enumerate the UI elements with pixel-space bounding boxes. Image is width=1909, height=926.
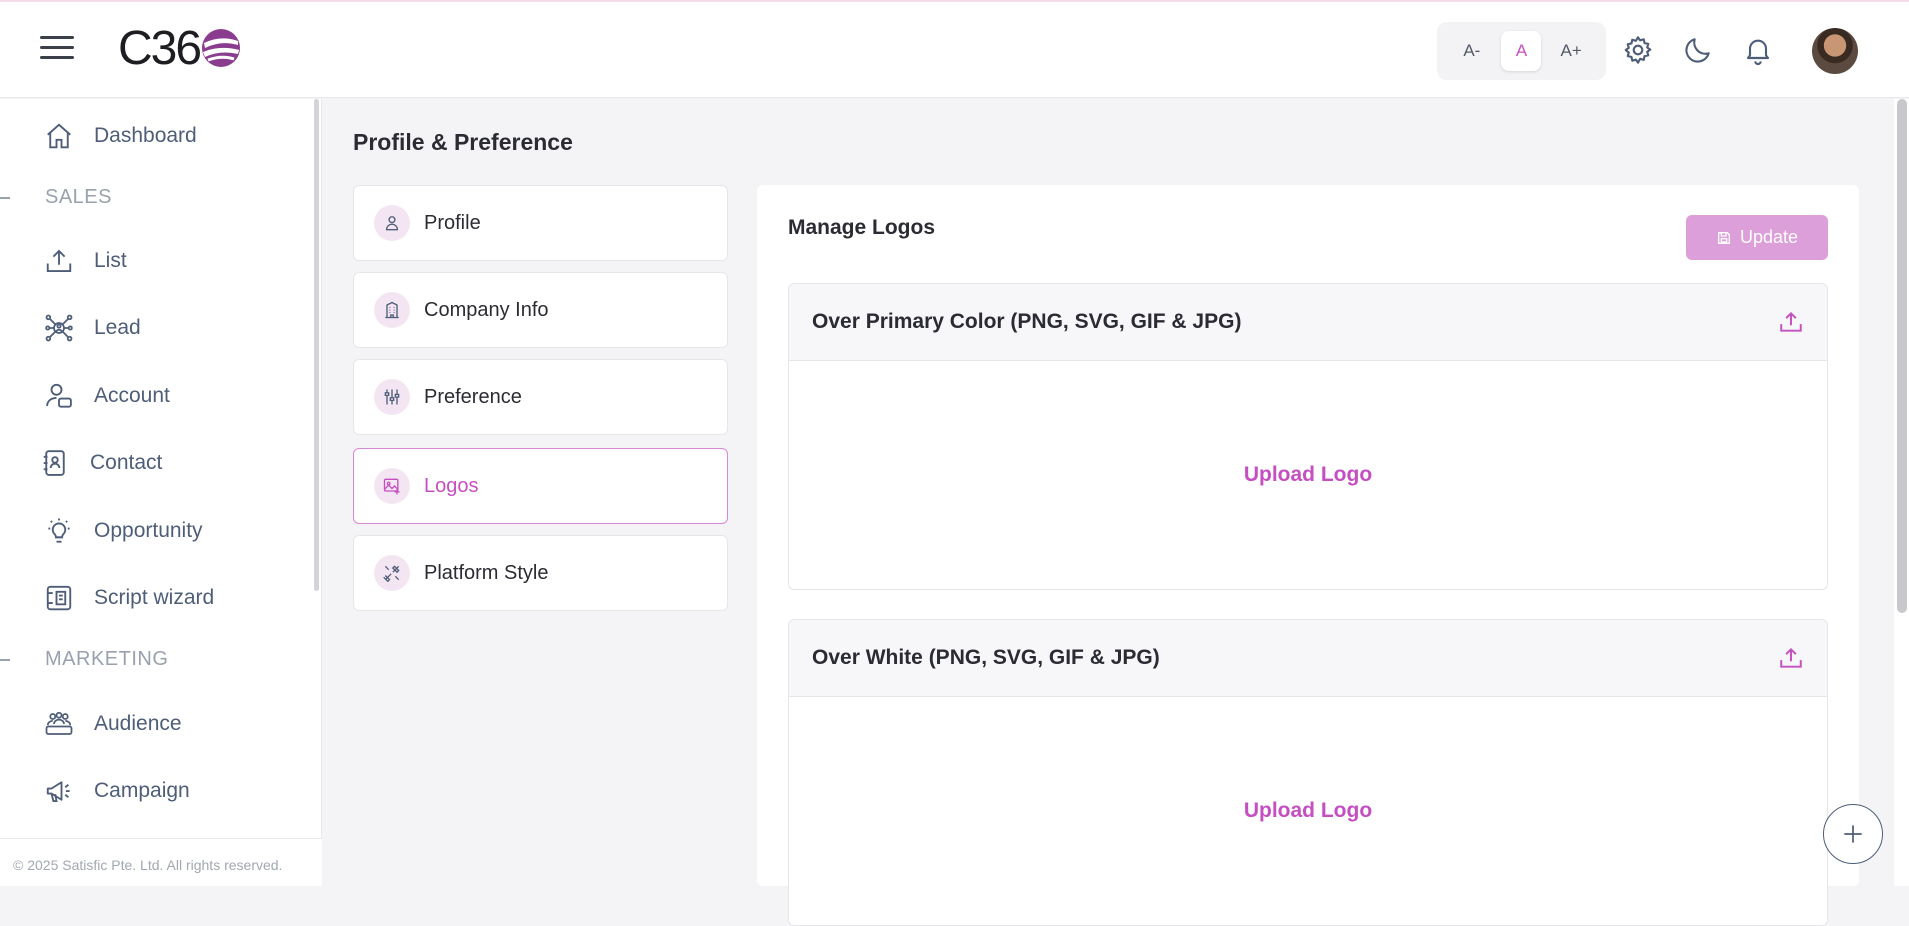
sidebar-item-lead[interactable]: Lead xyxy=(44,313,141,343)
card-title: Over White (PNG, SVG, GIF & JPG) xyxy=(812,646,1160,669)
panel-title: Manage Logos xyxy=(788,216,936,239)
logo-globe-icon xyxy=(202,29,241,67)
sidebar-item-campaign[interactable]: Campaign xyxy=(44,776,190,806)
tab-profile[interactable]: Profile xyxy=(353,185,728,261)
audience-icon xyxy=(45,711,73,735)
sidebar-item-contact[interactable]: Contact xyxy=(40,448,162,478)
sidebar-item-label: Opportunity xyxy=(94,519,203,542)
upload-icon[interactable] xyxy=(1778,645,1804,671)
card-title: Over Primary Color (PNG, SVG, GIF & JPG) xyxy=(812,310,1242,333)
manage-logos-panel: Manage Logos Update Over Primary Color (… xyxy=(757,185,1859,926)
logo-text: C36 xyxy=(118,21,202,75)
building-icon xyxy=(374,292,410,328)
sidebar-item-audience[interactable]: Audience xyxy=(44,709,182,739)
tools-icon xyxy=(374,555,410,591)
logo-card-white: Over White (PNG, SVG, GIF & JPG) Upload … xyxy=(788,619,1828,926)
tab-label: Platform Style xyxy=(424,561,549,584)
font-default-button[interactable]: A xyxy=(1501,31,1542,71)
upload-dropzone[interactable]: Upload Logo xyxy=(789,697,1827,925)
user-account-icon xyxy=(46,383,72,408)
upload-logo-link[interactable]: Upload Logo xyxy=(1244,463,1372,487)
upload-icon[interactable] xyxy=(1778,309,1804,335)
sidebar-item-label: Script wizard xyxy=(94,586,215,609)
section-dash xyxy=(0,197,10,199)
script-icon xyxy=(46,585,72,611)
top-header: C36 A- A A+ xyxy=(0,2,1909,98)
card-header: Over White (PNG, SVG, GIF & JPG) xyxy=(789,620,1827,697)
update-button[interactable]: Update xyxy=(1686,215,1828,260)
section-dash xyxy=(0,659,10,661)
moon-icon[interactable] xyxy=(1682,34,1714,66)
page-title: Profile & Preference xyxy=(353,129,573,155)
plus-icon xyxy=(1844,825,1862,843)
hamburger-menu-icon[interactable] xyxy=(40,36,74,62)
tab-label: Preference xyxy=(424,385,522,408)
sidebar-item-label: Dashboard xyxy=(94,124,197,147)
lead-network-icon xyxy=(45,314,73,342)
sidebar-item-label: List xyxy=(94,249,127,272)
sidebar-item-label: Campaign xyxy=(94,779,190,802)
tab-label: Logos xyxy=(424,474,479,497)
section-marketing: MARKETING xyxy=(45,648,169,670)
lightbulb-icon xyxy=(48,518,70,543)
sliders-icon xyxy=(374,379,410,415)
upload-dropzone[interactable]: Upload Logo xyxy=(789,361,1827,589)
add-fab-button[interactable] xyxy=(1823,804,1883,864)
sidebar-item-label: Account xyxy=(94,384,170,407)
copyright-footer: © 2025 Satisfic Pte. Ltd. All rights res… xyxy=(0,838,322,886)
image-icon xyxy=(374,468,410,504)
gear-icon[interactable] xyxy=(1622,34,1654,66)
logo-card-primary: Over Primary Color (PNG, SVG, GIF & JPG)… xyxy=(788,283,1828,590)
sidebar-item-opportunity[interactable]: Opportunity xyxy=(44,516,203,546)
sidebar-item-dashboard[interactable]: Dashboard xyxy=(44,121,197,151)
app-logo[interactable]: C36 xyxy=(118,20,242,76)
tab-label: Company Info xyxy=(424,298,549,321)
sidebar-item-label: Audience xyxy=(94,712,182,735)
upload-logo-link[interactable]: Upload Logo xyxy=(1244,799,1372,823)
sidebar-item-account[interactable]: Account xyxy=(44,381,170,411)
tab-preference[interactable]: Preference xyxy=(353,359,728,435)
main-scrollbar[interactable] xyxy=(1894,99,1909,886)
tab-company-info[interactable]: Company Info xyxy=(353,272,728,348)
font-increase-button[interactable]: A+ xyxy=(1551,31,1591,71)
tab-label: Profile xyxy=(424,211,481,234)
home-icon xyxy=(47,123,71,149)
megaphone-icon xyxy=(46,781,70,802)
font-decrease-button[interactable]: A- xyxy=(1452,31,1492,71)
tab-platform-style[interactable]: Platform Style xyxy=(353,535,728,611)
upload-tray-icon xyxy=(46,249,72,272)
sidebar-scrollbar[interactable] xyxy=(314,99,319,591)
update-label: Update xyxy=(1739,227,1799,247)
sidebar-item-label: Lead xyxy=(94,316,141,339)
bell-icon[interactable] xyxy=(1742,34,1774,66)
person-icon xyxy=(374,205,410,241)
contact-book-icon xyxy=(43,450,65,476)
sidebar-item-list[interactable]: List xyxy=(44,246,127,276)
card-header: Over Primary Color (PNG, SVG, GIF & JPG) xyxy=(789,284,1827,361)
font-size-switcher: A- A A+ xyxy=(1437,22,1606,80)
tab-logos[interactable]: Logos xyxy=(353,448,728,524)
user-avatar[interactable] xyxy=(1812,28,1858,74)
sidebar: Dashboard SALES List Lead Account Contac… xyxy=(0,99,322,886)
section-sales: SALES xyxy=(45,186,112,208)
sidebar-item-label: Contact xyxy=(90,451,163,474)
save-icon xyxy=(1717,231,1730,244)
sidebar-item-script-wizard[interactable]: Script wizard xyxy=(44,583,214,613)
